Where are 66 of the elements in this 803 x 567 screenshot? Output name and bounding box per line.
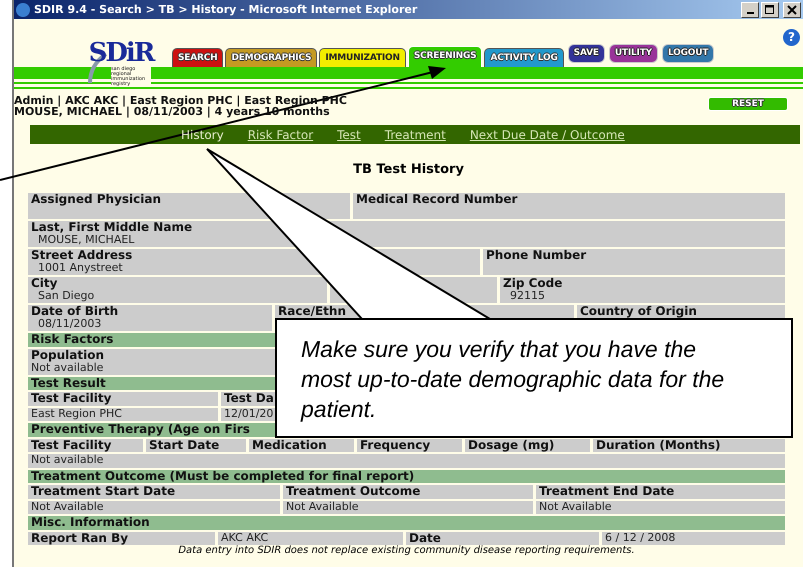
field-value: East Region PHC bbox=[30, 408, 122, 420]
field-value: 1001 Anystreet bbox=[37, 262, 123, 274]
field-label: Population bbox=[30, 348, 104, 362]
nav-tab[interactable]: ACTIVITY LOG bbox=[484, 48, 564, 67]
section-header: Misc. Information bbox=[28, 516, 785, 530]
field-label: Medication bbox=[251, 438, 327, 452]
nav-tab[interactable]: SEARCH bbox=[172, 48, 224, 67]
field-value: Not Available bbox=[538, 500, 612, 512]
field-label: Test Facility bbox=[30, 438, 112, 452]
page-title: TB Test History bbox=[352, 161, 465, 179]
field-value: 6 / 12 / 2008 bbox=[604, 532, 676, 544]
field-value: 08/11/2003 bbox=[37, 318, 102, 330]
minimize-button[interactable] bbox=[741, 2, 759, 18]
field-label: Race/Ethn bbox=[277, 305, 346, 318]
field-label: Country of Origin bbox=[579, 305, 697, 318]
window-title: SDIR 9.4 - Search > TB > History - Microsoft Internet Explorer bbox=[34, 3, 418, 16]
field-label: Phone Number bbox=[485, 249, 586, 262]
field-label: Frequency bbox=[359, 438, 430, 452]
field-label: City bbox=[30, 277, 58, 290]
maximize-icon bbox=[765, 4, 775, 14]
field-value: Not available bbox=[30, 454, 104, 466]
user-info-text: Admin | AKC AKC | East Region PHC | East Region PHC bbox=[14, 95, 347, 106]
field-value: MOUSE, MICHAEL bbox=[37, 234, 134, 246]
browser-icon bbox=[16, 2, 30, 16]
field-value: Not Available bbox=[285, 500, 359, 512]
close-button[interactable] bbox=[783, 2, 801, 18]
callout-box: Make sure you verify that you have the most up-to-date demographic data for the patient. bbox=[275, 318, 793, 438]
field-label: Dosage (mg) bbox=[467, 438, 554, 452]
minimize-icon bbox=[746, 12, 754, 14]
maximize-button[interactable] bbox=[761, 2, 779, 18]
nav-button[interactable]: SAVE bbox=[568, 44, 605, 63]
field-value: Not Available bbox=[30, 500, 104, 512]
field-value: 12/01/20 bbox=[223, 408, 274, 420]
nav-tab[interactable]: DEMOGRAPHICS bbox=[225, 48, 318, 67]
field-label: Report Ran By bbox=[30, 532, 128, 544]
nav-link[interactable]: Test bbox=[337, 128, 361, 142]
field-label: Street Address bbox=[30, 249, 132, 262]
section-header: Treatment Outcome (Must be completed for final report) bbox=[28, 470, 785, 483]
nav-button[interactable]: UTILITY bbox=[608, 44, 658, 63]
nav-button[interactable]: LOGOUT bbox=[662, 44, 714, 63]
close-icon bbox=[787, 4, 797, 14]
field-value: Not available bbox=[30, 362, 104, 374]
disclaimer-text: Data entry into SDIR does not replace existing community disease reporting requirements. bbox=[177, 545, 636, 557]
field-label: Test Facility bbox=[30, 392, 112, 405]
field-label: Assigned Physician bbox=[30, 193, 162, 206]
field-label: Treatment Start Date bbox=[30, 485, 176, 498]
field-label: Test Da bbox=[223, 392, 274, 405]
field-label: Start Date bbox=[148, 438, 220, 452]
help-button[interactable]: ? bbox=[783, 29, 800, 46]
nav-tab[interactable]: IMMUNIZATION bbox=[319, 48, 406, 67]
nav-link[interactable]: Treatment bbox=[384, 128, 446, 142]
field-label: Zip Code bbox=[502, 277, 562, 290]
nav-link[interactable]: History bbox=[181, 128, 224, 142]
field-label: Date bbox=[408, 532, 441, 544]
field-label: Duration (Months) bbox=[595, 438, 720, 452]
field-label: Last, First Middle Name bbox=[30, 221, 192, 234]
field-value: San Diego bbox=[38, 290, 94, 302]
logo-text: SDiR bbox=[88, 39, 154, 67]
field-label: Date of Birth bbox=[30, 305, 118, 318]
field-value: 92115 bbox=[510, 290, 545, 302]
field-value: AKC AKC bbox=[220, 532, 268, 544]
nav-link[interactable]: Next Due Date / Outcome bbox=[470, 128, 625, 142]
nav-link[interactable]: Risk Factor bbox=[248, 128, 314, 142]
field-label: Treatment Outcome bbox=[285, 485, 420, 498]
field-label: Medical Record Number bbox=[355, 193, 518, 206]
field-label: Treatment End Date bbox=[538, 485, 674, 498]
